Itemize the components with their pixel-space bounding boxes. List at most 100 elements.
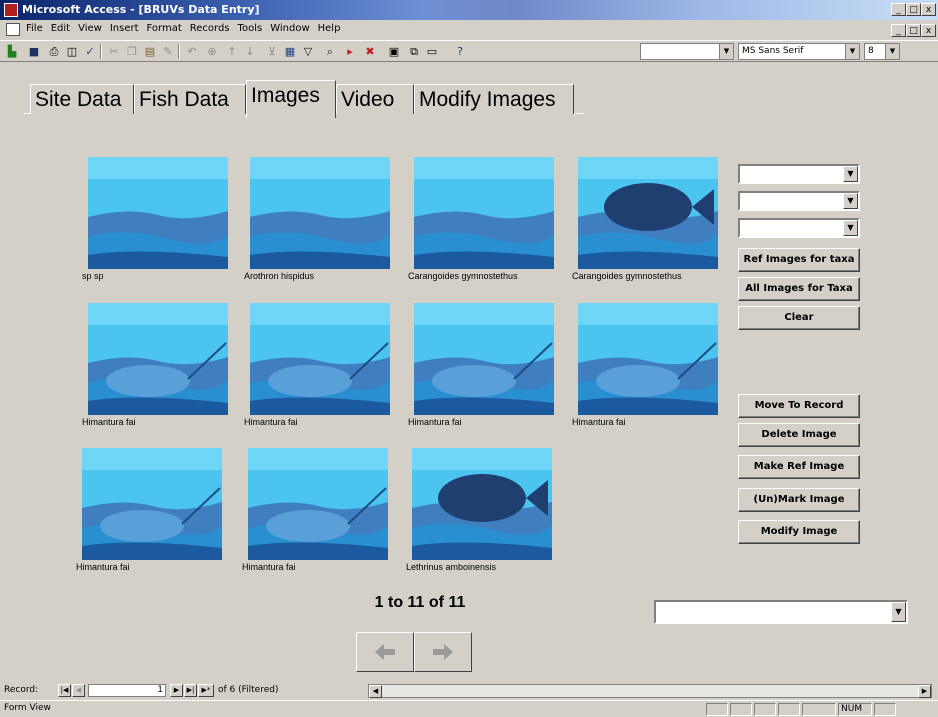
chevron-down-icon[interactable]: ▼ [719,44,733,59]
fish-image[interactable] [88,303,228,415]
chevron-down-icon[interactable]: ▼ [843,166,858,182]
paste-icon[interactable]: ▤ [142,44,158,59]
fish-image[interactable] [414,157,554,269]
save-icon[interactable]: ■ [26,44,42,59]
image-thumbnail[interactable]: Arothron hispidus [244,157,390,281]
menu-records[interactable]: Records [190,23,230,34]
filter-by-form-icon[interactable]: ▦ [282,44,298,59]
tab-fish-data[interactable]: Fish Data [134,84,246,114]
taxa-genus-combo[interactable]: ▼ [738,191,860,211]
fish-image[interactable] [250,303,390,415]
image-thumbnail[interactable]: Himantura fai [76,448,222,572]
next-page-button[interactable] [414,632,472,672]
undo-icon[interactable]: ↶ [184,44,200,59]
delete-record-icon[interactable]: ✖ [362,44,378,59]
menu-help[interactable]: Help [318,23,341,34]
font-size-combo[interactable]: 8 ▼ [864,43,900,60]
tab-video[interactable]: Video [336,84,414,114]
menu-format[interactable]: Format [147,23,182,34]
menu-tools[interactable]: Tools [238,23,263,34]
copy-icon[interactable]: ❐ [124,44,140,59]
database-window-icon[interactable]: ⧉ [406,44,422,59]
format-painter-icon[interactable]: ✎ [160,44,176,59]
filter-by-selection-icon[interactable]: ⊻ [264,44,280,59]
properties-icon[interactable]: ▣ [386,44,402,59]
doc-minimize-button[interactable]: _ [891,24,906,37]
tab-images[interactable]: Images [246,80,336,118]
scroll-right-button[interactable]: ▶ [918,685,931,698]
find-icon[interactable]: ⌕ [322,44,338,59]
sort-ascending-icon[interactable]: ↑ [224,44,240,59]
doc-restore-button[interactable]: □ [906,24,921,37]
new-object-icon[interactable]: ▭ [424,44,440,59]
image-thumbnail[interactable]: Carangoides gymnostethus [408,157,554,281]
ref-images-for-taxa-button[interactable]: Ref Images for taxa [738,248,860,272]
object-combo[interactable]: ▼ [640,43,734,60]
cut-icon[interactable]: ✂ [106,44,122,59]
image-thumbnail[interactable]: Himantura fai [82,303,228,427]
menu-view[interactable]: View [78,23,102,34]
taxa-family-combo[interactable]: ▼ [738,164,860,184]
image-thumbnail[interactable]: Himantura fai [408,303,554,427]
maximize-button[interactable]: □ [906,3,921,16]
menu-insert[interactable]: Insert [110,23,139,34]
image-thumbnail[interactable]: Himantura fai [244,303,390,427]
fish-image[interactable] [248,448,388,560]
help-icon[interactable]: ? [452,44,468,59]
apply-filter-icon[interactable]: ▽ [300,44,316,59]
view-icon[interactable]: ▙ [4,44,20,59]
doc-close-button[interactable]: x [921,24,936,37]
minimize-button[interactable]: _ [891,3,906,16]
close-button[interactable]: x [921,3,936,16]
chevron-down-icon[interactable]: ▼ [845,44,859,59]
access-app-icon[interactable] [4,3,18,17]
form-icon[interactable] [6,23,20,36]
first-record-button[interactable]: |◀ [58,684,71,697]
chevron-down-icon[interactable]: ▼ [843,220,858,236]
image-thumbnail[interactable]: Himantura fai [242,448,388,572]
print-icon[interactable]: ⎙ [46,44,62,59]
horizontal-scrollbar[interactable]: ◀ ▶ [368,684,932,698]
chevron-down-icon[interactable]: ▼ [891,602,906,622]
current-record-field[interactable]: 1 [88,684,166,697]
scroll-left-button[interactable]: ◀ [369,685,382,698]
menu-edit[interactable]: Edit [51,23,70,34]
image-filter-combo[interactable]: ▼ [654,600,908,624]
fish-image[interactable] [82,448,222,560]
clear-button[interactable]: Clear [738,306,860,330]
previous-page-button[interactable] [356,632,414,672]
fish-image[interactable] [414,303,554,415]
spelling-icon[interactable]: ✓ [82,44,98,59]
fish-image[interactable] [250,157,390,269]
font-name-combo[interactable]: MS Sans Serif ▼ [738,43,860,60]
next-record-button[interactable]: ▶ [170,684,183,697]
new-record-button[interactable]: ▶* [198,684,214,697]
new-record-icon[interactable]: ▸ [342,44,358,59]
fish-image[interactable] [412,448,552,560]
sort-descending-icon[interactable]: ↓ [242,44,258,59]
image-thumbnail[interactable]: Himantura fai [572,303,718,427]
delete-image-button[interactable]: Delete Image [738,423,860,447]
tab-site-data[interactable]: Site Data [30,84,134,114]
modify-image-button[interactable]: Modify Image [738,520,860,544]
fish-image[interactable] [578,157,718,269]
move-to-record-button[interactable]: Move To Record [738,394,860,418]
print-preview-icon[interactable]: ◫ [64,44,80,59]
tab-modify-images[interactable]: Modify Images [414,84,574,114]
fish-image[interactable] [578,303,718,415]
make-ref-image-button[interactable]: Make Ref Image [738,455,860,479]
menu-window[interactable]: Window [270,23,309,34]
all-images-for-taxa-button[interactable]: All Images for Taxa [738,277,860,301]
menu-file[interactable]: File [26,23,43,34]
unmark-image-button[interactable]: (Un)Mark Image [738,488,860,512]
image-thumbnail[interactable]: Carangoides gymnostethus [572,157,718,281]
fish-image[interactable] [88,157,228,269]
chevron-down-icon[interactable]: ▼ [885,44,899,59]
taxa-species-combo[interactable]: ▼ [738,218,860,238]
last-record-button[interactable]: ▶| [184,684,197,697]
hyperlink-icon[interactable]: ⊕ [204,44,220,59]
image-thumbnail[interactable]: Lethrinus amboinensis [406,448,552,572]
chevron-down-icon[interactable]: ▼ [843,193,858,209]
previous-record-button[interactable]: ◀ [72,684,85,697]
image-thumbnail[interactable]: sp sp [82,157,228,281]
